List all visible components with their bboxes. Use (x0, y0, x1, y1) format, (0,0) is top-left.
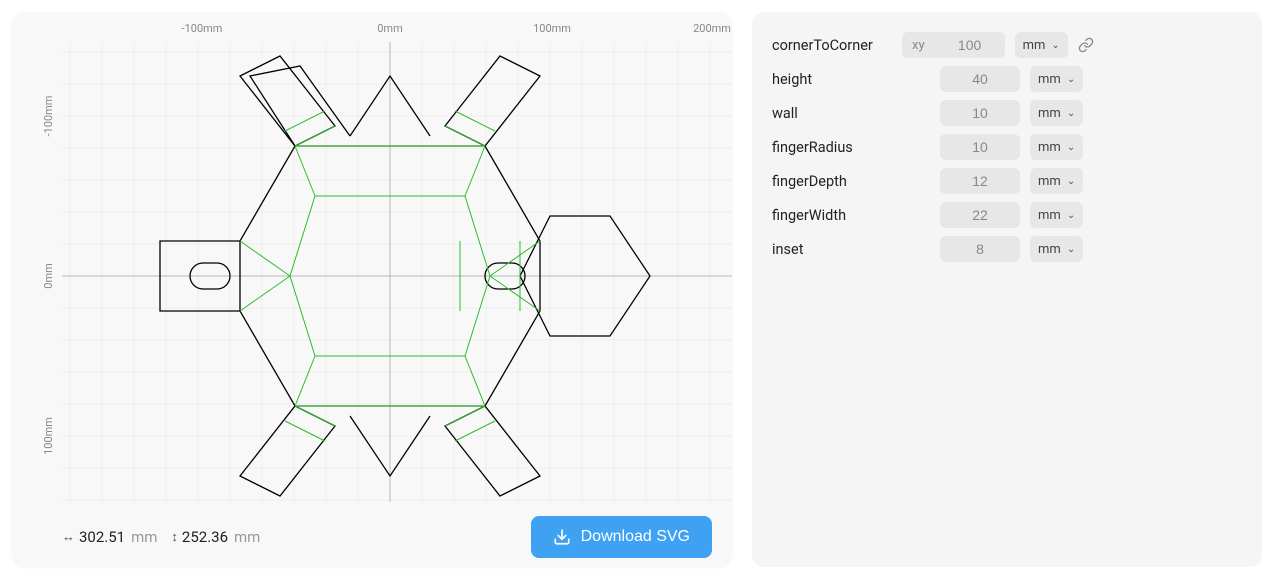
chevron-down-icon: ⌄ (1067, 176, 1075, 187)
chevron-down-icon: ⌄ (1067, 244, 1075, 255)
unit-select-inset[interactable]: mm ⌄ (1030, 236, 1083, 262)
param-label-fingerRadius: fingerRadius (772, 139, 892, 156)
grid-major (62, 42, 732, 502)
drawing-canvas: -100mm 0mm 100mm 200mm -100mm 0mm 100mm (12, 12, 732, 567)
unit-select-fingerRadius[interactable]: mm ⌄ (1030, 134, 1083, 160)
params-panel: cornerToCornerxymm⌄heightmm⌄wallmm⌄finge… (752, 12, 1262, 567)
chevron-down-icon: ⌄ (1067, 210, 1075, 221)
chevron-down-icon: ⌄ (1051, 40, 1059, 51)
ruler-y-label: 100mm (42, 417, 55, 455)
unit-label: mm (1038, 106, 1061, 121)
unit-select-cornerToCorner[interactable]: mm ⌄ (1015, 32, 1068, 58)
xy-tag[interactable]: xy (902, 32, 935, 58)
param-input-fingerWidth[interactable] (940, 202, 1020, 228)
link-icon[interactable] (1078, 37, 1094, 53)
chevron-down-icon: ⌄ (1067, 74, 1075, 85)
param-row-wall: wall mm ⌄ (772, 96, 1242, 130)
ruler-x-label: 200mm (693, 22, 731, 35)
ruler-x-label: 100mm (533, 22, 571, 35)
param-input-inset[interactable] (940, 236, 1020, 262)
canvas-width-unit: mm (131, 528, 157, 546)
param-row-fingerRadius: fingerRadius mm ⌄ (772, 130, 1242, 164)
canvas-panel: -100mm 0mm 100mm 200mm -100mm 0mm 100mm (12, 12, 732, 567)
canvas-width-value: 302.51 (79, 528, 125, 546)
chevron-down-icon: ⌄ (1067, 108, 1075, 119)
download-icon (553, 528, 571, 546)
download-svg-button[interactable]: Download SVG (531, 516, 712, 558)
unit-label: mm (1023, 38, 1046, 53)
ruler-x-label: 0mm (377, 22, 402, 35)
param-row-fingerDepth: fingerDepth mm ⌄ (772, 164, 1242, 198)
param-input-fingerRadius[interactable] (940, 134, 1020, 160)
dimensions-readout: ↔ 302.51 mm ↕ 252.36 mm (62, 528, 260, 546)
param-label-wall: wall (772, 105, 892, 122)
ruler-x-label: -100mm (182, 22, 223, 35)
ruler-y-label: 0mm (42, 263, 55, 288)
param-label-height: height (772, 71, 892, 88)
param-input-wall[interactable] (940, 100, 1020, 126)
height-arrow-icon: ↕ (171, 529, 178, 545)
param-row-fingerWidth: fingerWidth mm ⌄ (772, 198, 1242, 232)
canvas-footer: ↔ 302.51 mm ↕ 252.36 mm Download SVG (12, 507, 732, 567)
canvas-height-unit: mm (234, 528, 260, 546)
param-label-inset: inset (772, 241, 892, 258)
unit-label: mm (1038, 242, 1061, 257)
param-input-cornerToCorner[interactable] (935, 32, 1005, 58)
chevron-down-icon: ⌄ (1067, 142, 1075, 153)
unit-label: mm (1038, 140, 1061, 155)
param-row-inset: inset mm ⌄ (772, 232, 1242, 266)
app-root: -100mm 0mm 100mm 200mm -100mm 0mm 100mm (12, 12, 1268, 567)
canvas-viewport[interactable]: -100mm 0mm 100mm 200mm -100mm 0mm 100mm (12, 12, 732, 567)
param-label-cornerToCorner: cornerToCorner (772, 37, 892, 54)
param-input-fingerDepth[interactable] (940, 168, 1020, 194)
unit-select-wall[interactable]: mm ⌄ (1030, 100, 1083, 126)
unit-select-fingerWidth[interactable]: mm ⌄ (1030, 202, 1083, 228)
unit-label: mm (1038, 72, 1061, 87)
unit-select-fingerDepth[interactable]: mm ⌄ (1030, 168, 1083, 194)
unit-select-height[interactable]: mm ⌄ (1030, 66, 1083, 92)
width-arrow-icon: ↔ (62, 529, 75, 545)
param-row-height: height mm ⌄ (772, 62, 1242, 96)
grid-minor (62, 42, 732, 502)
param-input-height[interactable] (940, 66, 1020, 92)
unit-label: mm (1038, 208, 1061, 223)
canvas-height-value: 252.36 (182, 528, 228, 546)
param-label-fingerWidth: fingerWidth (772, 207, 892, 224)
download-svg-label: Download SVG (581, 528, 690, 546)
unit-label: mm (1038, 174, 1061, 189)
param-row-cornerToCorner: cornerToCorner xy mm ⌄ (772, 28, 1242, 62)
ruler-y-label: -100mm (42, 96, 55, 137)
param-label-fingerDepth: fingerDepth (772, 173, 892, 190)
